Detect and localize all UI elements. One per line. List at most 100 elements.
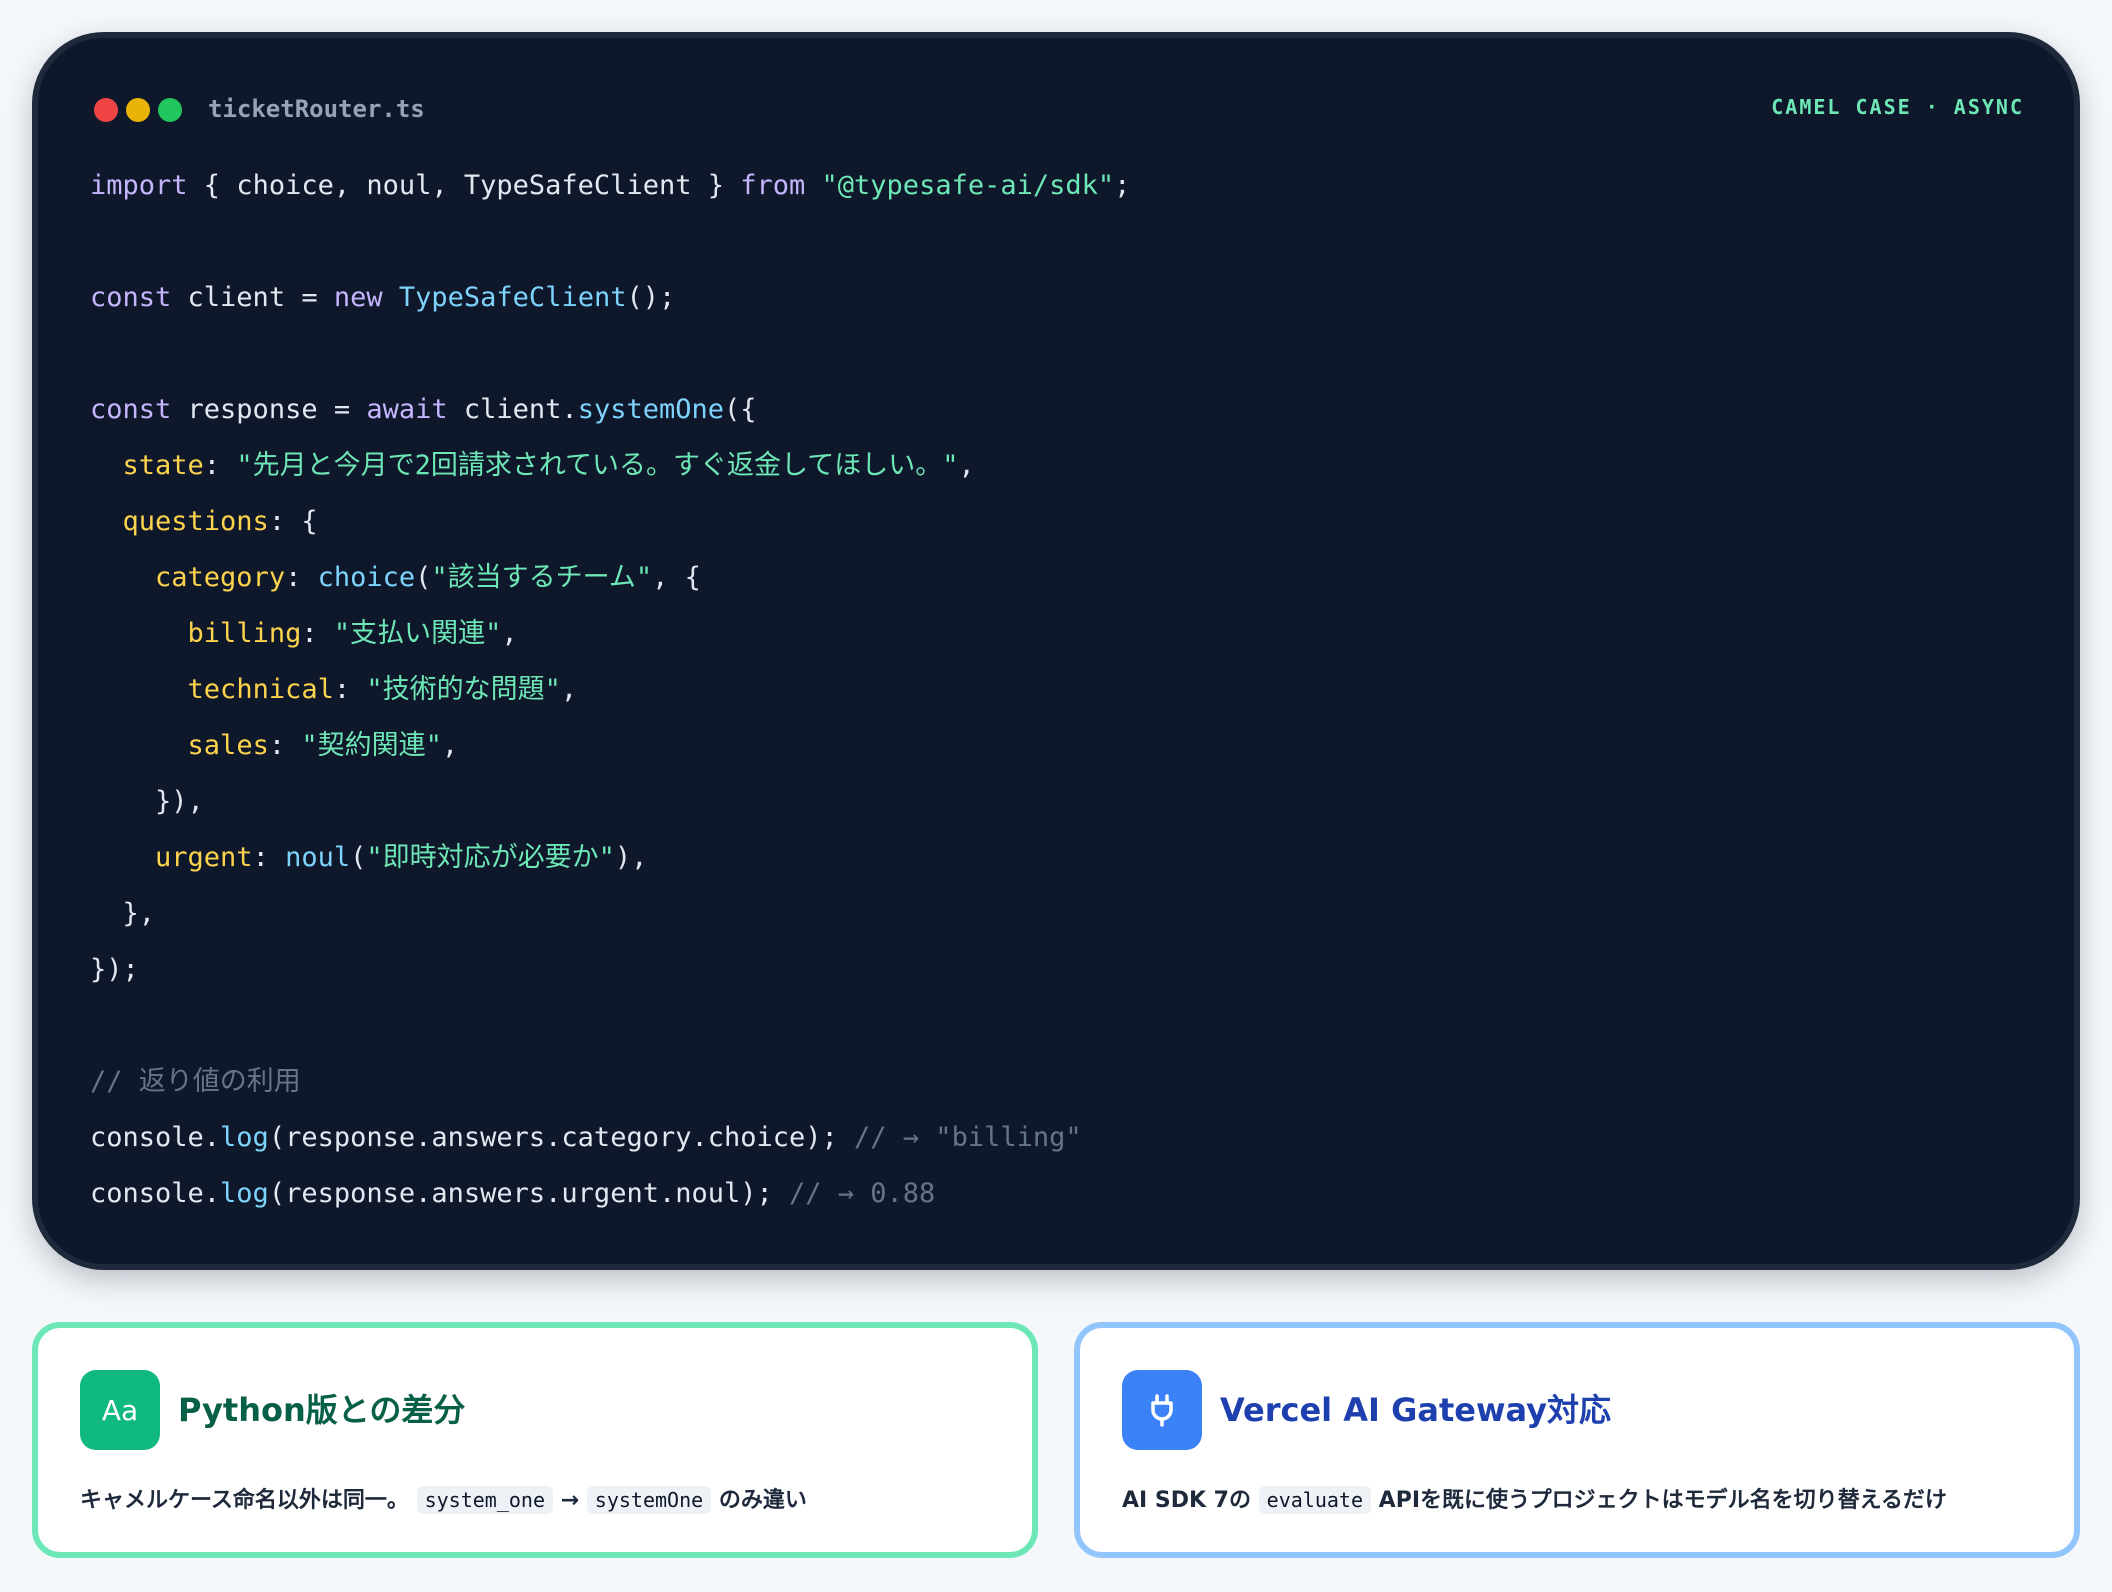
- code-line: console.log(response.answers.category.ch…: [90, 1110, 2034, 1166]
- function-name: choice: [317, 562, 416, 593]
- code-text: { choice, noul, TypeSafeClient }: [187, 170, 741, 201]
- code-text: ),: [614, 842, 648, 873]
- string-literal: "@typesafe-ai/sdk": [821, 170, 1115, 201]
- code-text: ();: [626, 282, 676, 313]
- code-text: : {: [268, 506, 318, 537]
- code-text: ,: [560, 674, 578, 705]
- code-text: :: [301, 618, 334, 649]
- desc-text: のみ違い: [718, 1488, 807, 1513]
- string-literal: "該当するチーム": [431, 562, 653, 593]
- function-name: TypeSafeClient: [398, 282, 627, 313]
- keyword: await: [366, 394, 448, 425]
- code-text: ;: [1114, 170, 1131, 201]
- code-line: sales: "契約関連",: [90, 718, 2034, 774]
- card-title: Python版との差分: [178, 1391, 466, 1429]
- property-key: sales: [187, 730, 269, 761]
- property-key: category: [155, 562, 286, 593]
- code-text: (: [415, 562, 432, 593]
- code-text: },: [90, 898, 156, 929]
- code-line: category: choice("該当するチーム", {: [90, 550, 2034, 606]
- function-name: log: [220, 1122, 269, 1153]
- code-text: console.: [90, 1178, 221, 1209]
- plug-icon-svg: [1151, 1394, 1173, 1427]
- file-name: ticketRouter.ts: [208, 95, 425, 123]
- code-text: :: [268, 730, 302, 761]
- code-text: :: [252, 842, 286, 873]
- desc-text: AI SDK 7の: [1122, 1488, 1251, 1513]
- language-tag: CAMEL CASE · ASYNC: [1771, 95, 2024, 119]
- function-name: log: [220, 1178, 269, 1209]
- code-line: urgent: noul("即時対応が必要か"),: [90, 830, 2034, 886]
- code-line: },: [90, 886, 2034, 942]
- string-literal: "契約関連": [301, 730, 442, 761]
- code-text: ({: [724, 394, 757, 425]
- code-text: :: [285, 562, 318, 593]
- comment: // → "billing": [854, 1122, 1082, 1153]
- code-window: ticketRouter.ts CAMEL CASE · ASYNC impor…: [32, 32, 2080, 1270]
- arrow-text: →: [560, 1488, 580, 1513]
- string-literal: "先月と今月で2回請求されている。すぐ返金してほしい。": [236, 450, 959, 481]
- function-name: systemOne: [577, 394, 724, 425]
- code-line: billing: "支払い関連",: [90, 606, 2034, 662]
- plug-icon: [1122, 1370, 1202, 1450]
- code-line: const response = await client.systemOne(…: [90, 382, 2034, 438]
- code-text: (response.answers.urgent.noul);: [268, 1178, 789, 1209]
- code-text: :: [203, 450, 237, 481]
- code-line: const client = new TypeSafeClient();: [90, 270, 2034, 326]
- string-literal: "技術的な問題": [366, 674, 561, 705]
- code-text: client.: [447, 394, 578, 425]
- code-text: console.: [90, 1122, 221, 1153]
- close-dot-icon: [94, 98, 118, 122]
- property-key: urgent: [155, 842, 253, 873]
- badge-label: Aa: [101, 1393, 139, 1427]
- comment: // 返り値の利用: [90, 1066, 301, 1097]
- desc-text: APIを既に使うプロジェクトはモデル名を切り替えるだけ: [1378, 1488, 1947, 1513]
- code-block: import { choice, noul, TypeSafeClient } …: [90, 158, 2034, 1222]
- property-key: billing: [187, 618, 302, 649]
- inline-code: evaluate: [1258, 1486, 1371, 1514]
- code-text: }),: [90, 786, 204, 817]
- vercel-gateway-card: Vercel AI Gateway対応 AI SDK 7の evaluate A…: [1074, 1322, 2080, 1558]
- keyword: new: [333, 282, 383, 313]
- code-text: :: [333, 674, 367, 705]
- string-literal: "支払い関連": [333, 618, 502, 649]
- comment: // → 0.88: [789, 1178, 936, 1209]
- string-literal: "即時対応が必要か": [366, 842, 615, 873]
- card-description: AI SDK 7の evaluate APIを既に使うプロジェクトはモデル名を切…: [1122, 1482, 1947, 1519]
- code-text: ,: [441, 730, 459, 761]
- card-title: Vercel AI Gateway対応: [1220, 1391, 1611, 1429]
- code-line: import { choice, noul, TypeSafeClient } …: [90, 158, 2034, 214]
- keyword: import: [90, 170, 188, 201]
- code-line: // 返り値の利用: [90, 1054, 2034, 1110]
- text-aa-icon: Aa: [80, 1370, 160, 1450]
- code-text: , {: [652, 562, 701, 593]
- minimize-dot-icon: [126, 98, 150, 122]
- code-text: response =: [171, 394, 367, 425]
- code-line: });: [90, 942, 2034, 998]
- property-key: state: [122, 450, 204, 481]
- code-line: technical: "技術的な問題",: [90, 662, 2034, 718]
- keyword: const: [90, 394, 172, 425]
- code-text: (response.answers.category.choice);: [268, 1122, 855, 1153]
- keyword: from: [740, 170, 806, 201]
- code-line: console.log(response.answers.urgent.noul…: [90, 1166, 2034, 1222]
- function-name: noul: [285, 842, 351, 873]
- code-line: state: "先月と今月で2回請求されている。すぐ返金してほしい。",: [90, 438, 2034, 494]
- code-text: client =: [171, 282, 334, 313]
- code-text: ,: [958, 450, 975, 481]
- python-diff-card: Aa Python版との差分 キャメルケース命名以外は同一。 system_on…: [32, 1322, 1038, 1558]
- property-key: questions: [122, 506, 269, 537]
- maximize-dot-icon: [158, 98, 182, 122]
- code-line: questions: {: [90, 494, 2034, 550]
